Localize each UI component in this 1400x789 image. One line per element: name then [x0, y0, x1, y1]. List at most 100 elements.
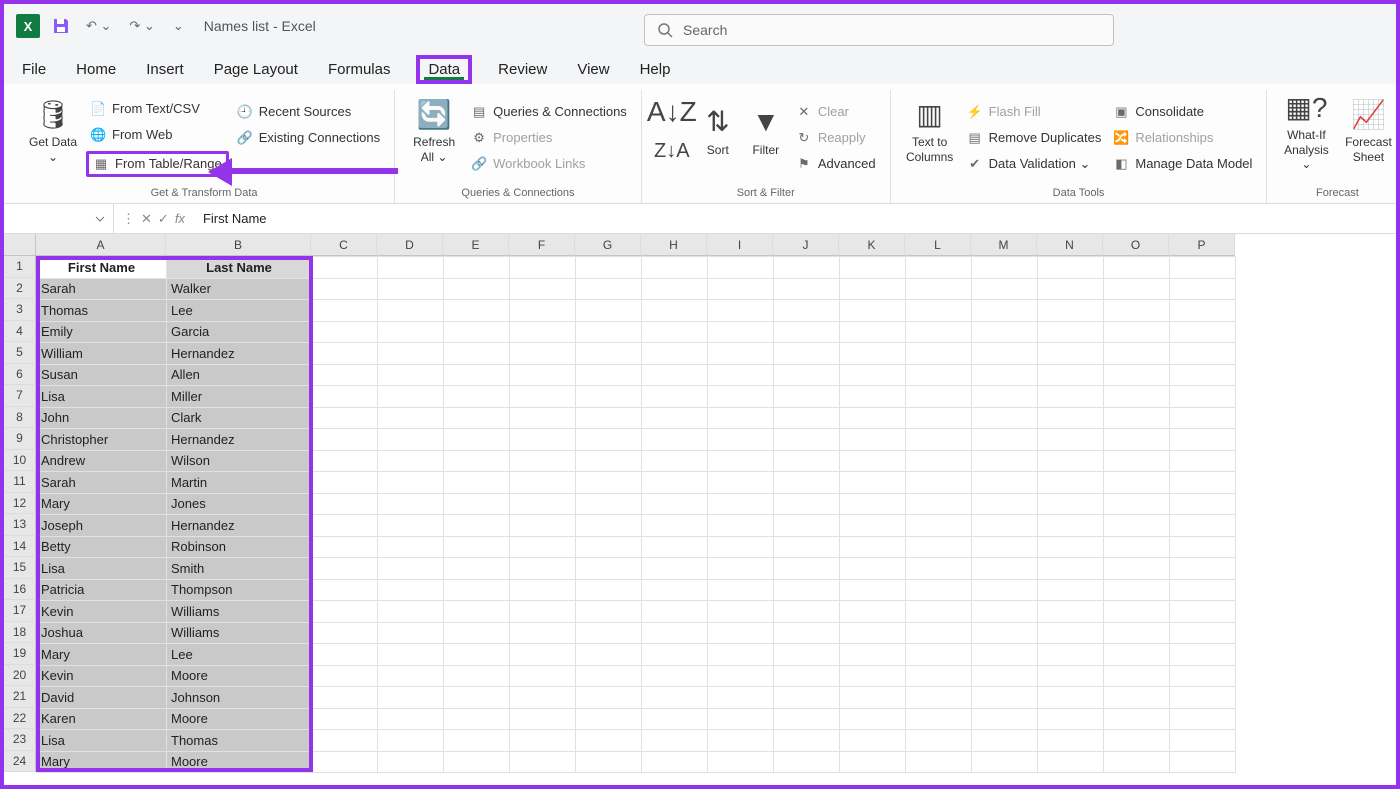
relationships-button[interactable]: 🔀Relationships — [1109, 128, 1256, 148]
cell[interactable]: Kevin — [37, 601, 167, 623]
cell[interactable] — [1104, 407, 1170, 429]
cell[interactable] — [1170, 644, 1236, 666]
cell[interactable] — [774, 515, 840, 537]
cell[interactable] — [444, 558, 510, 580]
cell[interactable] — [708, 407, 774, 429]
cell[interactable] — [576, 364, 642, 386]
cell[interactable] — [444, 515, 510, 537]
cell[interactable] — [972, 579, 1038, 601]
cell[interactable] — [1170, 579, 1236, 601]
col-header-G[interactable]: G — [575, 234, 641, 256]
cell[interactable] — [774, 730, 840, 752]
cell[interactable] — [444, 708, 510, 730]
cell[interactable] — [840, 536, 906, 558]
cell[interactable] — [444, 407, 510, 429]
cell[interactable] — [312, 558, 378, 580]
cell[interactable] — [774, 687, 840, 709]
cell[interactable] — [378, 601, 444, 623]
cell[interactable] — [972, 708, 1038, 730]
col-header-H[interactable]: H — [641, 234, 707, 256]
cell[interactable] — [1104, 386, 1170, 408]
cell[interactable] — [840, 730, 906, 752]
row-header[interactable]: 4 — [4, 321, 36, 343]
cell[interactable] — [840, 687, 906, 709]
cell[interactable]: Moore — [167, 665, 312, 687]
row-header[interactable]: 13 — [4, 514, 36, 536]
cell[interactable] — [1038, 708, 1104, 730]
tab-pagelayout[interactable]: Page Layout — [210, 55, 302, 84]
cell[interactable]: Wilson — [167, 450, 312, 472]
cell[interactable]: Robinson — [167, 536, 312, 558]
cell[interactable] — [906, 622, 972, 644]
cell[interactable] — [1170, 300, 1236, 322]
cell[interactable] — [1038, 450, 1104, 472]
cell[interactable] — [576, 644, 642, 666]
cell[interactable] — [1038, 257, 1104, 279]
cell[interactable] — [378, 622, 444, 644]
cell[interactable] — [1104, 644, 1170, 666]
cell[interactable] — [972, 450, 1038, 472]
col-header-B[interactable]: B — [166, 234, 311, 256]
cell[interactable] — [1104, 429, 1170, 451]
cell[interactable] — [510, 429, 576, 451]
cell[interactable] — [1038, 472, 1104, 494]
cell[interactable]: Christopher — [37, 429, 167, 451]
cell[interactable] — [1038, 601, 1104, 623]
cell[interactable] — [1170, 730, 1236, 752]
cell[interactable] — [1170, 407, 1236, 429]
cell[interactable] — [1104, 687, 1170, 709]
cell[interactable] — [1104, 579, 1170, 601]
row-header[interactable]: 2 — [4, 278, 36, 300]
cell[interactable] — [642, 622, 708, 644]
cell[interactable] — [972, 644, 1038, 666]
select-all-corner[interactable] — [4, 234, 36, 256]
cell[interactable]: Hernandez — [167, 515, 312, 537]
cell[interactable] — [1104, 278, 1170, 300]
cell[interactable] — [642, 450, 708, 472]
cell[interactable] — [774, 493, 840, 515]
cell[interactable] — [1038, 364, 1104, 386]
cell[interactable] — [840, 751, 906, 773]
search-input[interactable]: Search — [644, 14, 1114, 46]
redo-button[interactable]: ↷ ⌄ — [125, 18, 158, 34]
cell[interactable] — [906, 708, 972, 730]
cell[interactable] — [510, 730, 576, 752]
cell[interactable] — [576, 300, 642, 322]
cell[interactable] — [840, 665, 906, 687]
cell[interactable] — [1170, 321, 1236, 343]
cell[interactable] — [642, 300, 708, 322]
cell[interactable] — [576, 665, 642, 687]
cell[interactable] — [708, 665, 774, 687]
cell[interactable] — [840, 558, 906, 580]
cell[interactable] — [576, 493, 642, 515]
row-header[interactable]: 19 — [4, 643, 36, 665]
cell[interactable]: Andrew — [37, 450, 167, 472]
cell[interactable]: Joshua — [37, 622, 167, 644]
cell[interactable] — [576, 450, 642, 472]
cell[interactable] — [576, 622, 642, 644]
cell[interactable] — [972, 257, 1038, 279]
cell[interactable] — [972, 407, 1038, 429]
cell[interactable] — [312, 708, 378, 730]
cell[interactable]: Sarah — [37, 278, 167, 300]
col-header-N[interactable]: N — [1037, 234, 1103, 256]
cell[interactable] — [510, 493, 576, 515]
cell[interactable]: Kevin — [37, 665, 167, 687]
cell[interactable] — [774, 364, 840, 386]
row-header[interactable]: 12 — [4, 493, 36, 515]
cell[interactable] — [840, 343, 906, 365]
row-header[interactable]: 15 — [4, 557, 36, 579]
cell[interactable] — [774, 708, 840, 730]
cell[interactable] — [972, 730, 1038, 752]
cell[interactable] — [642, 708, 708, 730]
col-header-I[interactable]: I — [707, 234, 773, 256]
cell[interactable]: Martin — [167, 472, 312, 494]
cell[interactable] — [1170, 558, 1236, 580]
cell[interactable] — [378, 579, 444, 601]
cell[interactable] — [840, 579, 906, 601]
cell[interactable]: Moore — [167, 708, 312, 730]
cell[interactable] — [576, 579, 642, 601]
cell[interactable] — [972, 665, 1038, 687]
cell[interactable] — [774, 450, 840, 472]
cell[interactable] — [972, 751, 1038, 773]
